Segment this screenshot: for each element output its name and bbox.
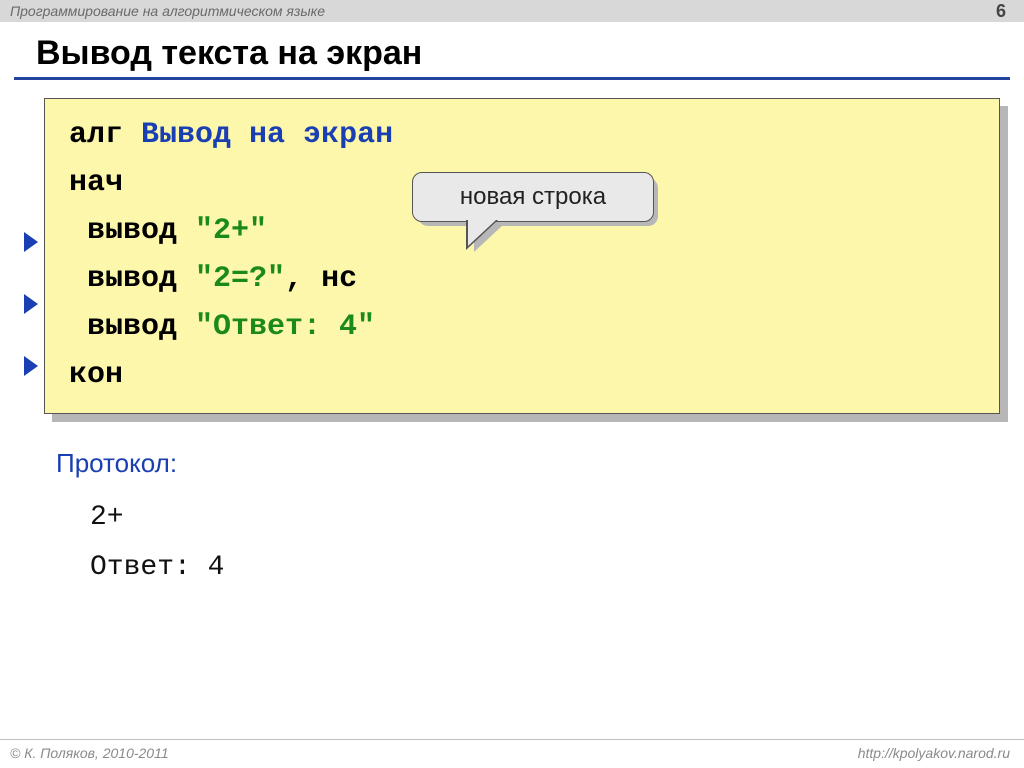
footer: © К. Поляков, 2010-2011 http://kpolyakov… [0,739,1024,768]
slide: Программирование на алгоритмическом язык… [0,0,1024,768]
protocol-output: 2+ Ответ: 4 [90,493,1024,594]
protocol-word: Протокол [56,448,170,478]
kw-begin: нач [69,166,123,200]
top-bar: Программирование на алгоритмическом язык… [0,0,1024,22]
kw-output-1: вывод [69,214,195,248]
str-literal-1: "2+" [195,214,267,248]
protocol-colon: : [170,448,177,478]
str-literal-2: "2=?" [195,262,285,296]
play-icon [24,232,38,252]
protocol-section: Протокол: 2+ Ответ: 4 [56,448,1024,594]
copyright: © К. Поляков, 2010-2011 [10,745,169,761]
kw-output-3: вывод [69,310,195,344]
play-icon [24,356,38,376]
protocol-label: Протокол: [56,448,177,478]
play-icon [24,294,38,314]
title-underline [14,77,1010,80]
slide-title: Вывод текста на экран [36,34,996,73]
kw-end: кон [69,358,123,392]
kw-output-2: вывод [69,262,195,296]
callout: новая строка [412,172,654,222]
subject-label: Программирование на алгоритмическом язык… [10,3,325,19]
protocol-line-1: 2+ [90,502,124,533]
callout-box: новая строка [412,172,654,222]
code-block-wrap: алг Вывод на экран нач вывод "2+" вывод … [44,98,1000,414]
callout-text: новая строка [460,183,606,211]
protocol-line-2: Ответ: 4 [90,552,224,583]
page-number: 6 [996,1,1014,22]
footer-url: http://kpolyakov.narod.ru [858,745,1010,761]
callout-tail [468,220,496,246]
code-block: алг Вывод на экран нач вывод "2+" вывод … [44,98,1000,414]
kw-newline: нс [321,262,357,296]
kw-alg: алг [69,118,123,152]
step-markers [24,170,38,390]
program-name: Вывод на экран [141,118,393,152]
str-literal-3: "Ответ: 4" [195,310,375,344]
comma-sep: , [285,262,321,296]
